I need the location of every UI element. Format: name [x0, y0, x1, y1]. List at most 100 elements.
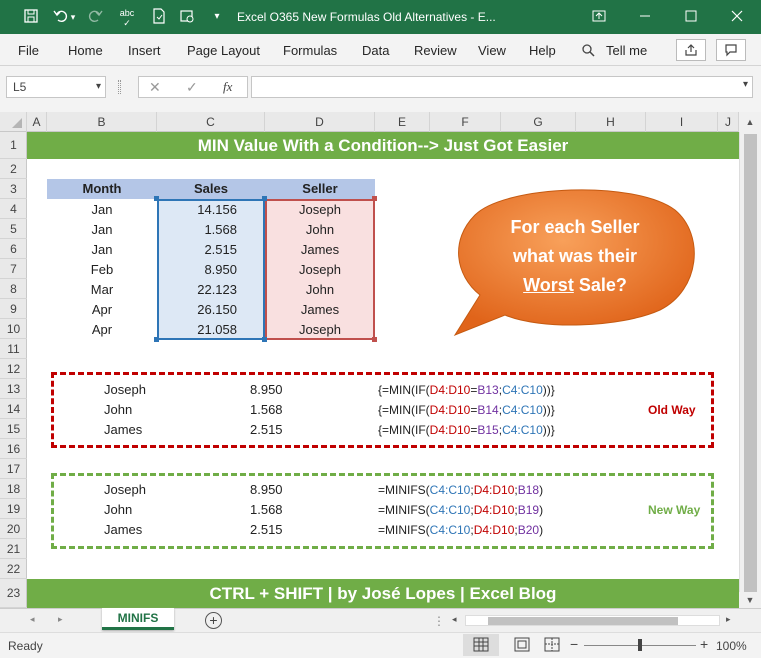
row-header[interactable]: 12: [0, 359, 27, 379]
tab-review[interactable]: Review: [414, 43, 457, 58]
cell-sales[interactable]: 26.150: [157, 300, 237, 320]
cell-sales[interactable]: 2.515: [157, 240, 237, 260]
new-way-formula[interactable]: =MINIFS(C4:C10;D4:D10;B18): [378, 480, 543, 500]
scroll-right-icon[interactable]: ▸: [726, 614, 731, 625]
new-way-label[interactable]: New Way: [648, 500, 700, 520]
scroll-up-icon[interactable]: ▲: [739, 112, 761, 132]
tab-page-layout[interactable]: Page Layout: [187, 43, 260, 58]
cell-seller[interactable]: John: [265, 280, 375, 300]
new-way-formula[interactable]: =MINIFS(C4:C10;D4:D10;B19): [378, 500, 543, 520]
row-header[interactable]: 23: [0, 579, 27, 608]
cell-month[interactable]: Feb: [47, 260, 157, 280]
new-way-value[interactable]: 1.568: [250, 500, 283, 520]
column-header[interactable]: H: [576, 112, 646, 132]
old-way-value[interactable]: 2.515: [250, 420, 283, 440]
name-box[interactable]: L5 ▾: [6, 76, 106, 98]
row-header[interactable]: 22: [0, 559, 27, 579]
title-banner[interactable]: MIN Value With a Condition--> Just Got E…: [27, 132, 739, 159]
sheet-tab-minifs[interactable]: MINIFS: [102, 608, 174, 630]
column-header[interactable]: E: [375, 112, 430, 132]
tab-help[interactable]: Help: [529, 43, 556, 58]
row-header[interactable]: 13: [0, 379, 27, 399]
save-icon[interactable]: [22, 8, 40, 26]
new-way-value[interactable]: 8.950: [250, 480, 283, 500]
maximize-icon[interactable]: [682, 8, 700, 26]
add-sheet-icon[interactable]: +: [205, 612, 222, 629]
row-header[interactable]: 1: [0, 132, 27, 159]
expand-formula-icon[interactable]: ▾: [743, 79, 748, 90]
row-header[interactable]: 18: [0, 479, 27, 499]
normal-view-button[interactable]: [463, 634, 499, 656]
undo-dropdown-icon[interactable]: ▾: [68, 8, 78, 26]
row-header[interactable]: 15: [0, 419, 27, 439]
cell-sales[interactable]: 22.123: [157, 280, 237, 300]
cell-seller[interactable]: James: [265, 300, 375, 320]
header-sales[interactable]: Sales: [157, 179, 265, 199]
zoom-level[interactable]: 100%: [716, 639, 747, 653]
scroll-down-icon[interactable]: ▼: [739, 592, 761, 608]
vertical-scroll-thumb[interactable]: [744, 134, 757, 602]
comments-button[interactable]: [716, 39, 746, 61]
insert-function-icon[interactable]: fx: [223, 79, 232, 95]
print-preview-icon[interactable]: [178, 8, 196, 26]
column-header[interactable]: A: [27, 112, 47, 132]
lightbulb-icon[interactable]: [581, 43, 595, 60]
cell-sales[interactable]: 1.568: [157, 220, 237, 240]
column-header[interactable]: I: [646, 112, 718, 132]
cell-month[interactable]: Apr: [47, 320, 157, 340]
cell-seller[interactable]: Joseph: [265, 260, 375, 280]
row-header[interactable]: 11: [0, 339, 27, 359]
row-header[interactable]: 9: [0, 299, 27, 319]
header-month[interactable]: Month: [47, 179, 157, 199]
cell-sales[interactable]: 14.156: [157, 200, 237, 220]
new-doc-icon[interactable]: [150, 8, 168, 26]
tell-me-search[interactable]: Tell me: [606, 43, 647, 58]
old-way-label[interactable]: Old Way: [648, 400, 696, 420]
new-way-value[interactable]: 2.515: [250, 520, 283, 540]
tab-split-handle[interactable]: ⋮: [433, 614, 445, 628]
cell-seller[interactable]: Joseph: [265, 320, 375, 340]
row-header[interactable]: 20: [0, 519, 27, 539]
row-header[interactable]: 5: [0, 219, 27, 239]
new-way-name[interactable]: James: [104, 520, 142, 540]
header-seller[interactable]: Seller: [265, 179, 375, 199]
row-header[interactable]: 2: [0, 159, 27, 179]
cell-seller[interactable]: Joseph: [265, 200, 375, 220]
column-header[interactable]: F: [430, 112, 501, 132]
column-header[interactable]: G: [501, 112, 576, 132]
old-way-value[interactable]: 1.568: [250, 400, 283, 420]
column-header[interactable]: D: [265, 112, 375, 132]
vertical-scrollbar[interactable]: [739, 132, 761, 608]
row-header[interactable]: 14: [0, 399, 27, 419]
next-sheet-icon[interactable]: ▸: [58, 614, 63, 625]
cell-seller[interactable]: James: [265, 240, 375, 260]
old-way-formula[interactable]: {=MIN(IF(D4:D10=B13;C4:C10))}: [378, 380, 555, 400]
tab-home[interactable]: Home: [68, 43, 103, 58]
row-header[interactable]: 17: [0, 459, 27, 479]
tab-data[interactable]: Data: [362, 43, 389, 58]
zoom-out-icon[interactable]: −: [570, 636, 578, 652]
row-header[interactable]: 7: [0, 259, 27, 279]
redo-icon[interactable]: [86, 8, 104, 26]
share-button[interactable]: [676, 39, 706, 61]
row-header[interactable]: 3: [0, 179, 27, 199]
row-header[interactable]: 16: [0, 439, 27, 459]
new-way-name[interactable]: John: [104, 500, 132, 520]
cell-sales[interactable]: 8.950: [157, 260, 237, 280]
row-header[interactable]: 10: [0, 319, 27, 339]
page-break-view-button[interactable]: [543, 637, 561, 652]
row-header[interactable]: 6: [0, 239, 27, 259]
select-all-corner[interactable]: [0, 112, 27, 132]
row-header[interactable]: 8: [0, 279, 27, 299]
horizontal-scrollbar[interactable]: [465, 615, 720, 626]
new-way-formula[interactable]: =MINIFS(C4:C10;D4:D10;B20): [378, 520, 543, 540]
old-way-value[interactable]: 8.950: [250, 380, 283, 400]
prev-sheet-icon[interactable]: ◂: [30, 614, 35, 625]
splitter-handle[interactable]: [118, 80, 121, 94]
chevron-down-icon[interactable]: ▾: [96, 77, 101, 97]
cell-month[interactable]: Jan: [47, 220, 157, 240]
tab-insert[interactable]: Insert: [128, 43, 161, 58]
old-way-formula[interactable]: {=MIN(IF(D4:D10=B14;C4:C10))}: [378, 400, 555, 420]
column-header[interactable]: J: [718, 112, 739, 132]
cell-month[interactable]: Jan: [47, 200, 157, 220]
